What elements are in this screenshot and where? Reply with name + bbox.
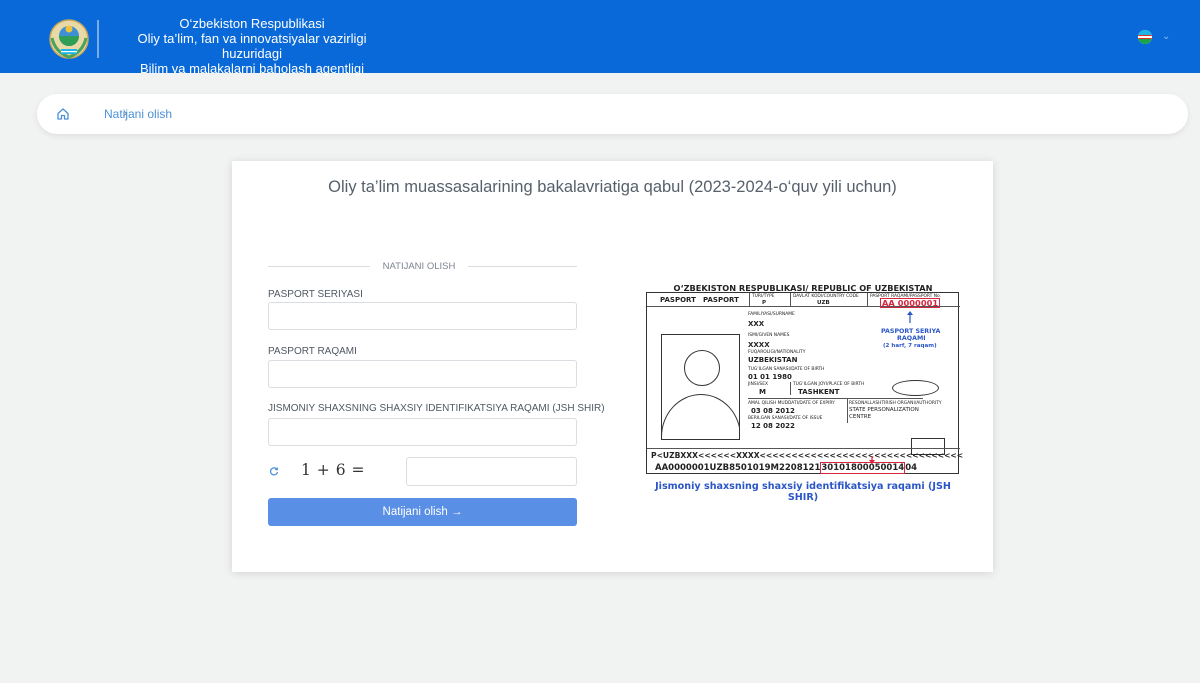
given-names-value: XXXX bbox=[748, 341, 770, 349]
given-names-label: ISMI/GIVEN NAMES bbox=[748, 333, 790, 338]
passport-series-input[interactable] bbox=[268, 302, 577, 330]
series-hint-3: (2 harf, 7 raqam) bbox=[883, 343, 937, 349]
header-divider bbox=[97, 20, 99, 58]
passport-page: PASPORT PASPORT TURI/TYPE P DAVLAT KODI/… bbox=[646, 292, 963, 474]
organization-name: O‘zbekiston Respublikasi Oliy ta’lim, fa… bbox=[108, 16, 396, 76]
doc-label-2: PASPORT bbox=[703, 296, 739, 304]
doc-label-1: PASPORT bbox=[660, 296, 696, 304]
form-legend: NATIJANI OLISH bbox=[268, 258, 577, 274]
captcha-expression: 1 + 6 = bbox=[301, 461, 365, 479]
signature-oval bbox=[892, 380, 939, 396]
passport-number-input[interactable] bbox=[268, 360, 577, 388]
sex-label: JINSI/SEX bbox=[748, 382, 769, 387]
nationality-value: UZBEKISTAN bbox=[748, 356, 798, 364]
dob-value: 01 01 1980 bbox=[748, 373, 792, 381]
jshshir-caption: Jismoniy shaxsning shaxsiy identifikatsi… bbox=[655, 481, 951, 503]
language-selector[interactable]: ⌄ bbox=[1138, 30, 1172, 44]
authority-value-1: STATE PERSONALIZATION bbox=[849, 407, 919, 413]
dob-label: TUG‘ILGAN SANASI/DATE OF BIRTH bbox=[748, 367, 825, 372]
country-label: DAVLAT KODI/COUNTRY CODE bbox=[793, 294, 859, 299]
surname-value: XXX bbox=[748, 320, 765, 328]
mrz-line-1: P<UZBXXX<<<<<<XXXX<<<<<<<<<<<<<<<<<<<<<<… bbox=[651, 451, 964, 460]
authority-value-2: CENTRE bbox=[849, 414, 872, 420]
surname-label: FAMILIYASI/SURNAME bbox=[748, 312, 795, 317]
form-legend-text: NATIJANI OLISH bbox=[382, 261, 456, 272]
arrow-up-icon bbox=[907, 311, 913, 323]
org-line-2: Oliy ta’lim, fan va innovatsiyalar vazir… bbox=[137, 31, 367, 61]
chevron-down-icon: ⌄ bbox=[1162, 31, 1171, 42]
place-of-birth-label: TUG‘ILGAN JOYI/PLACE OF BIRTH bbox=[793, 382, 865, 387]
jshshir-highlight: 30101800050014 bbox=[820, 462, 906, 474]
passport-number-highlight bbox=[880, 298, 940, 308]
nationality-label: FUQAROLIGI/NATIONALITY bbox=[748, 350, 806, 355]
breadcrumb: › Natijani olish bbox=[37, 94, 1188, 134]
mrz-separator bbox=[647, 448, 960, 449]
jshshir-label: JISMONIY SHAXSNING SHAXSIY IDENTIFIKATSI… bbox=[268, 403, 605, 414]
page-title: Oliy ta’lim muassasalarining bakalavriat… bbox=[328, 178, 897, 196]
place-of-birth-value: TASHKENT bbox=[798, 388, 840, 396]
type-label: TURI/TYPE bbox=[752, 294, 775, 299]
get-result-button[interactable]: Natijani olish → bbox=[268, 498, 577, 526]
uzbekistan-emblem-icon[interactable] bbox=[47, 18, 91, 60]
mrz-line-2-end: 04 bbox=[905, 463, 918, 473]
top-header: O‘zbekiston Respublikasi Oliy ta’lim, fa… bbox=[0, 0, 1200, 76]
breadcrumb-current: Natijani olish bbox=[104, 107, 173, 121]
org-line-1: O‘zbekiston Respublikasi bbox=[179, 16, 325, 31]
issue-date-value: 12 08 2022 bbox=[751, 422, 795, 430]
mrz-line-2-start: AA0000001UZB8501019M2208121 bbox=[655, 463, 821, 473]
arrow-down-icon bbox=[869, 456, 875, 464]
refresh-icon[interactable] bbox=[269, 463, 279, 476]
home-icon[interactable] bbox=[56, 107, 70, 121]
series-hint-1: PASPORT SERIYA bbox=[881, 328, 941, 335]
series-hint-2: RAQAMI bbox=[897, 335, 926, 342]
photo-placeholder-icon bbox=[661, 334, 740, 440]
captcha-answer-input[interactable] bbox=[406, 457, 577, 486]
passport-sample-image: O‘ZBEKISTON RESPUBLIKASI/ REPUBLIC OF UZ… bbox=[645, 280, 963, 503]
expiry-value: 03 08 2012 bbox=[751, 407, 795, 415]
mrz-line-2: AA0000001UZB8501019M22081213010180005001… bbox=[655, 462, 918, 474]
result-card: Oliy ta’lim muassasalarining bakalavriat… bbox=[232, 161, 993, 572]
passport-number-label: PASPORT RAQAMI bbox=[268, 346, 357, 357]
authority-label: RESONALLASHTIRISH ORGANI/AUTHORITY bbox=[849, 401, 942, 406]
passport-series-label: PASPORT SERIYASI bbox=[268, 289, 363, 300]
country-value: UZB bbox=[817, 300, 830, 306]
uzbekistan-flag-icon bbox=[1138, 30, 1152, 44]
sex-value: M bbox=[759, 388, 766, 396]
jshshir-input[interactable] bbox=[268, 418, 577, 446]
expiry-label: AMAL QILISH MUDDATI/DATE OF EXPIRY bbox=[748, 401, 835, 406]
issue-date-label: BERILGAN SANASI/DATE OF ISSUE bbox=[748, 416, 823, 421]
type-value: P bbox=[762, 300, 767, 306]
org-line-3: Bilim va malakalarni baholash agentligi bbox=[139, 61, 364, 76]
